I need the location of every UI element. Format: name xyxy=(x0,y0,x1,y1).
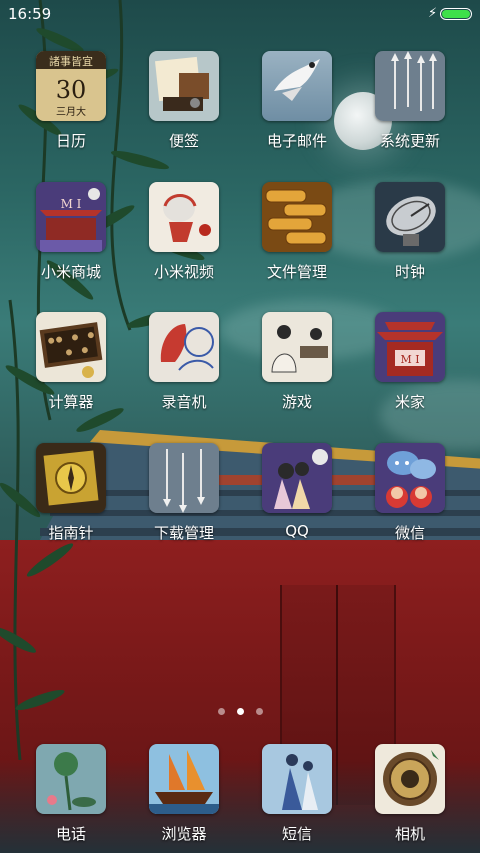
system-update-icon xyxy=(375,51,445,121)
battery-icon xyxy=(440,8,472,20)
compass-icon xyxy=(36,443,106,513)
app-label: 下载管理 xyxy=(153,524,214,542)
app-label: 录音机 xyxy=(161,393,207,411)
lightning-icon: ⚡ xyxy=(428,6,438,21)
app-email[interactable]: 电子邮件 xyxy=(247,51,347,151)
app-label: 系统更新 xyxy=(379,132,440,150)
phone-icon xyxy=(36,744,106,814)
app-label: 便签 xyxy=(168,132,199,150)
calendar-month: 三月大 xyxy=(56,105,86,118)
app-qq[interactable]: QQ xyxy=(247,443,347,543)
app-notes[interactable]: 便签 xyxy=(134,51,234,151)
app-file-manager[interactable]: 文件管理 xyxy=(247,182,347,282)
app-mi-video[interactable]: 小米视频 xyxy=(134,182,234,282)
app-label: 相机 xyxy=(394,825,425,843)
app-label: 时钟 xyxy=(394,263,425,281)
downloads-icon xyxy=(149,443,219,513)
app-label: 文件管理 xyxy=(266,263,327,281)
browser-icon xyxy=(149,744,219,814)
dock-phone[interactable]: 电话 xyxy=(21,744,121,844)
clock-icon xyxy=(375,182,445,252)
mi-video-icon xyxy=(149,182,219,252)
app-label: 日历 xyxy=(55,132,86,150)
status-time: 16:59 xyxy=(8,5,52,23)
app-mi-home[interactable]: M I 米家 xyxy=(360,312,460,412)
calendar-icon: 諸事皆宜 30 三月大 xyxy=(36,51,106,121)
app-label: 指南针 xyxy=(48,524,94,542)
qq-icon xyxy=(262,443,332,513)
games-icon xyxy=(262,312,332,382)
email-icon xyxy=(262,51,332,121)
dock-camera[interactable]: 相机 xyxy=(360,744,460,844)
app-clock[interactable]: 时钟 xyxy=(360,182,460,282)
file-manager-icon xyxy=(262,182,332,252)
svg-text:M I: M I xyxy=(400,353,419,366)
app-label: 浏览器 xyxy=(161,825,207,843)
app-label: 小米视频 xyxy=(153,263,214,281)
page-dot-current[interactable] xyxy=(236,708,244,715)
calculator-icon xyxy=(36,312,106,382)
mi-store-icon: M I xyxy=(36,182,106,252)
notes-icon xyxy=(149,51,219,121)
page-dot[interactable] xyxy=(255,708,263,715)
svg-text:M I: M I xyxy=(61,197,82,211)
app-label: 电话 xyxy=(55,825,86,843)
calendar-day: 30 xyxy=(56,76,87,104)
app-calendar[interactable]: 諸事皆宜 30 三月大 日历 xyxy=(21,51,121,151)
page-dot[interactable] xyxy=(217,708,225,715)
app-recorder[interactable]: 录音机 xyxy=(134,312,234,412)
recorder-icon xyxy=(149,312,219,382)
app-mi-store[interactable]: M I 小米商城 xyxy=(21,182,121,282)
app-compass[interactable]: 指南针 xyxy=(21,443,121,543)
app-calculator[interactable]: 计算器 xyxy=(21,312,121,412)
app-label: 电子邮件 xyxy=(266,132,327,150)
battery-level xyxy=(442,10,470,18)
app-label: 短信 xyxy=(281,825,312,843)
app-label: 微信 xyxy=(394,524,425,542)
calendar-top-text: 諸事皆宜 xyxy=(49,54,93,68)
dock-messages[interactable]: 短信 xyxy=(247,744,347,844)
wechat-icon xyxy=(375,443,445,513)
dock-browser[interactable]: 浏览器 xyxy=(134,744,234,844)
app-label: 游戏 xyxy=(281,393,312,411)
messages-icon xyxy=(262,744,332,814)
app-games[interactable]: 游戏 xyxy=(247,312,347,412)
app-downloads[interactable]: 下载管理 xyxy=(134,443,234,543)
app-label: QQ xyxy=(285,522,309,540)
app-label: 米家 xyxy=(394,393,425,411)
camera-icon xyxy=(375,744,445,814)
app-system-update[interactable]: 系统更新 xyxy=(360,51,460,151)
app-wechat[interactable]: 微信 xyxy=(360,443,460,543)
status-bar: 16:59 ⚡ xyxy=(0,0,480,28)
mi-home-icon: M I xyxy=(375,312,445,382)
app-label: 小米商城 xyxy=(40,263,101,281)
app-label: 计算器 xyxy=(48,393,94,411)
page-indicator xyxy=(0,700,480,719)
